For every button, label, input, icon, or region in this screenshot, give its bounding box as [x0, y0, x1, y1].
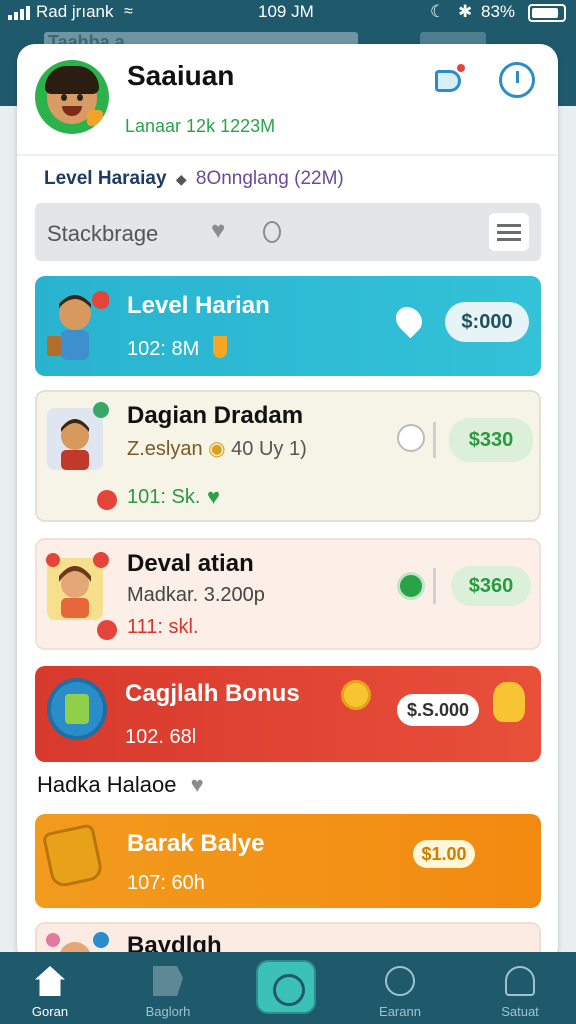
status-time: 109 JM: [258, 2, 314, 21]
tab-profile[interactable]: Satuat: [470, 952, 570, 1024]
level-separator-icon: ◆: [175, 171, 187, 187]
section-label: Hadka Halaoe: [37, 772, 177, 797]
task-card[interactable]: Level Harian 102: 8M $:000: [35, 276, 541, 376]
wifi-icon: ≈: [124, 3, 133, 20]
red-badge-icon: [97, 620, 117, 640]
carrot-icon: [213, 336, 227, 358]
task-card[interactable]: Barak Balye 107: 60h $1.00: [35, 814, 541, 908]
tab-home[interactable]: Goran: [0, 952, 100, 1024]
search-bar[interactable]: Stackbrage ♥: [35, 203, 541, 261]
level-row: Level Haraiay ◆ 8Onnglang (22M): [44, 168, 344, 190]
task-price-button[interactable]: $1.00: [413, 840, 475, 868]
megaphone-icon[interactable]: [431, 62, 467, 98]
tab-label: Goran: [31, 1004, 69, 1019]
divider: [17, 154, 558, 156]
avatar-badge-icon: [87, 110, 103, 126]
task-price-button[interactable]: $360: [451, 566, 531, 606]
task-title: Level Harian: [127, 292, 270, 319]
task-sub: 107: 60h: [127, 872, 205, 894]
divider: [433, 568, 436, 604]
signal-icon: [8, 6, 30, 20]
tag-icon: [153, 966, 183, 996]
divider: [433, 422, 436, 458]
person-icon: [505, 966, 535, 996]
tab-tag[interactable]: Baglorh: [118, 952, 218, 1024]
tab-chat[interactable]: Earann: [350, 952, 450, 1024]
bluetooth-icon: ✱: [458, 2, 473, 21]
duck-icon: [493, 682, 525, 722]
section-heading: Hadka Halaoe ♥: [37, 772, 204, 798]
smiley-icon[interactable]: [397, 424, 425, 452]
task-sub: 102: 8M: [127, 338, 200, 360]
moon-icon: ☾: [430, 2, 446, 21]
chat-bubble-icon: [385, 966, 415, 996]
task-sub2: 101: Sk.: [127, 486, 201, 508]
tab-label: Earann: [379, 1004, 421, 1019]
status-bar: Rad jrıank ≈ 109 JM ☾ ✱ 83%: [0, 0, 576, 26]
filter-button[interactable]: [489, 213, 529, 251]
green-status-icon[interactable]: [397, 572, 425, 600]
profile-name: Saaiuan: [127, 60, 235, 91]
coin-icon: [341, 680, 371, 710]
task-sub: Z.eslyan ◉ 40 Uy 1): [127, 438, 307, 460]
profile-header: Saaiuan Lanaar 12k 1223M: [17, 44, 558, 154]
task-card[interactable]: Dagian Dradam Z.eslyan ◉ 40 Uy 1) 101: S…: [35, 390, 541, 522]
task-sub: Madkar. 3.200p: [127, 584, 265, 606]
worker-avatar-icon: [47, 402, 109, 470]
clock-icon: [256, 960, 316, 1014]
battery-percent: 83%: [481, 2, 516, 21]
worker-avatar-icon: [46, 552, 109, 620]
task-title: Deval atian: [127, 550, 254, 577]
red-badge-icon: [97, 490, 117, 510]
home-icon: [35, 966, 65, 996]
location-pin-icon[interactable]: [390, 301, 428, 339]
task-sub2: 111: skl.: [127, 616, 199, 638]
task-title: Dagian Dradam: [127, 402, 304, 429]
worker-avatar-icon: [47, 291, 109, 360]
task-title: Cagjlalh Bonus: [125, 680, 300, 707]
carrier-name: Rad jrıank: [36, 2, 114, 21]
coin-icon: ◉: [208, 438, 226, 460]
tab-label: Satuat: [501, 1004, 539, 1019]
task-price-button[interactable]: $.S.000: [397, 694, 479, 726]
main-card: Saaiuan Lanaar 12k 1223M Level Haraiay ◆…: [17, 44, 558, 964]
task-title: Barak Balye: [127, 830, 265, 857]
task-card-bonus[interactable]: Cagjlalh Bonus 102. 68l $.S.000: [35, 666, 541, 762]
avatar[interactable]: [35, 60, 109, 134]
tab-bar: Goran Baglorh Earann Satuat: [0, 952, 576, 1024]
search-text: Stackbrage: [47, 221, 159, 246]
bonus-badge-icon: [47, 678, 107, 740]
heart-icon[interactable]: ♥: [207, 484, 220, 510]
task-price-button[interactable]: $:000: [445, 302, 529, 342]
level-value: 8Onnglang (22M): [195, 168, 344, 189]
heart-icon[interactable]: ♥: [191, 772, 204, 797]
tab-label: Baglorh: [145, 1004, 191, 1019]
heart-icon[interactable]: ♥: [211, 217, 225, 245]
task-sub: 102. 68l: [125, 726, 197, 748]
notification-dot: [455, 62, 467, 74]
clock-icon[interactable]: [499, 62, 535, 98]
tab-center[interactable]: [238, 952, 338, 1024]
task-card[interactable]: Deval atian Madkar. 3.200p 111: skl. $36…: [35, 538, 541, 650]
profile-subline: Lanaar 12k 1223M: [125, 116, 276, 136]
ring-icon[interactable]: [263, 221, 281, 243]
money-bag-icon: [41, 823, 105, 889]
battery-icon: [528, 4, 566, 22]
level-label: Level Haraiay: [44, 168, 167, 189]
task-price-button[interactable]: $330: [449, 418, 533, 462]
